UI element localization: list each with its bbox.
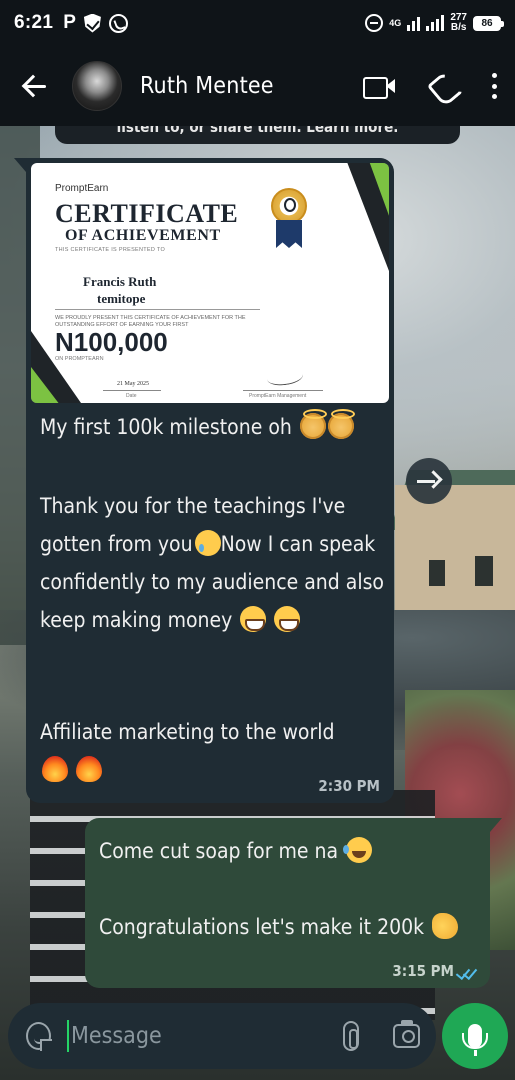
video-call-icon[interactable] — [363, 75, 395, 99]
status-time: 6:21 — [14, 12, 54, 33]
message-text-line: Thank you for the teachings I've gotten … — [40, 494, 390, 632]
read-ticks-icon — [456, 966, 478, 978]
ribbon-icon — [276, 220, 302, 248]
shield-icon — [83, 13, 101, 33]
mic-icon — [462, 1024, 488, 1056]
cert-title: CERTIFICATE — [55, 199, 239, 228]
cert-date-label: Date — [126, 393, 137, 399]
message-text-line: Come cut soap for me na Congratulations … — [99, 832, 479, 946]
cert-recipient: Francis Ruth temitope — [83, 274, 157, 306]
signature — [266, 366, 304, 388]
signal-icon — [407, 15, 421, 31]
sticker-icon[interactable] — [26, 1022, 52, 1051]
certificate-image[interactable]: PromptEarn CERTIFICATE OF ACHIEVEMENT TH… — [31, 163, 389, 403]
contact-name[interactable]: Ruth Mentee — [140, 73, 274, 99]
cert-date: 21 May 2025 — [117, 381, 149, 387]
battery-icon: 86 — [473, 15, 504, 31]
smiling-tear-emoji-icon — [194, 530, 221, 556]
incoming-message[interactable]: PromptEarn CERTIFICATE OF ACHIEVEMENT TH… — [14, 158, 394, 803]
paperclip-icon[interactable] — [343, 1021, 360, 1051]
clap-emoji-icon — [432, 913, 459, 939]
status-bar: 6:21 P 4G 277 B/s 86 — [0, 0, 515, 46]
mic-button[interactable] — [442, 1003, 508, 1069]
cert-signatory: PromptEarn Management — [249, 393, 307, 399]
network-type: 4G — [389, 17, 402, 28]
back-arrow-icon[interactable] — [18, 69, 52, 103]
network-speed: 277 B/s — [450, 12, 467, 33]
more-vert-icon[interactable] — [491, 73, 497, 99]
signal-icon-2 — [426, 15, 445, 31]
fire-emoji-icon — [42, 756, 68, 782]
phone-icon[interactable] — [429, 72, 457, 100]
message-input[interactable] — [67, 1020, 329, 1052]
grin-emoji-icon — [240, 606, 267, 632]
message-text-line: My first 100k milestone oh — [40, 408, 385, 446]
cert-presented-to: THIS CERTIFICATE IS PRESENTED TO — [55, 247, 166, 253]
message-composer — [8, 1003, 436, 1069]
forward-icon[interactable] — [406, 458, 452, 504]
cert-amount: N100,000 — [55, 327, 168, 357]
camera-icon[interactable] — [393, 1020, 420, 1048]
message-time: 2:30 PM — [318, 777, 380, 795]
message-time: 3:15 PM — [392, 962, 454, 980]
cert-brand: PromptEarn — [55, 183, 109, 194]
do-not-disturb-icon — [365, 14, 384, 32]
avatar[interactable] — [72, 61, 122, 111]
grin-emoji-icon — [274, 606, 301, 632]
joy-emoji-icon — [343, 837, 373, 863]
fire-emoji-icon — [76, 756, 102, 782]
chat-header: Ruth Mentee — [0, 46, 515, 126]
outgoing-message[interactable]: Come cut soap for me na Congratulations … — [85, 818, 502, 988]
angel-emoji-icon — [299, 409, 327, 439]
whatsapp-icon — [108, 13, 128, 33]
cert-platform: ON PROMPTEARN — [55, 356, 104, 362]
angel-emoji-icon — [327, 409, 355, 439]
cert-subtitle: OF ACHIEVEMENT — [65, 227, 221, 244]
carrier-icon: P — [63, 12, 76, 33]
